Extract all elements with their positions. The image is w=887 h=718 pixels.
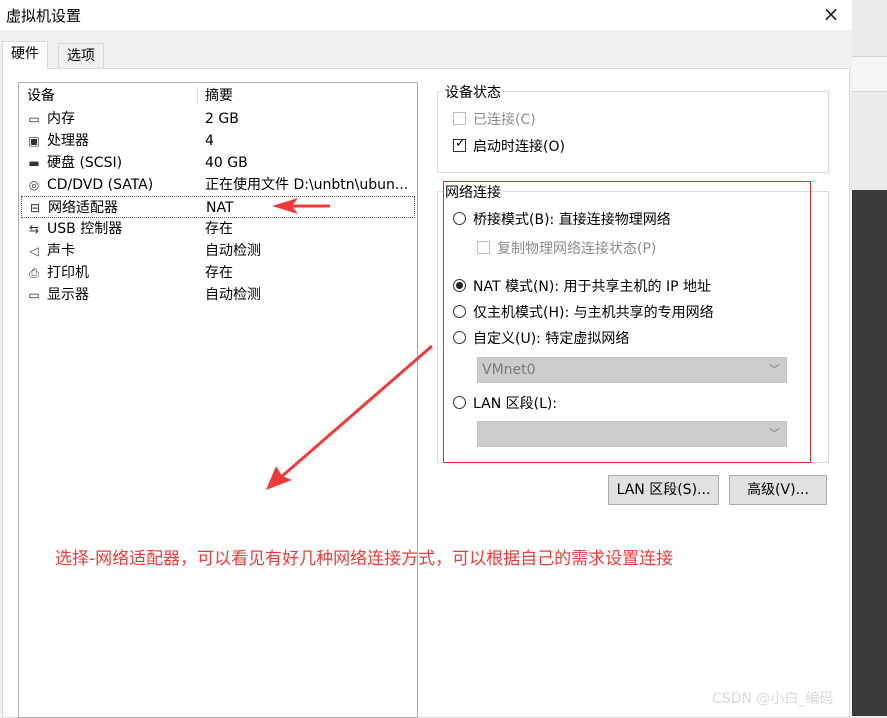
annotation-text: 选择-网络适配器，可以看见有好几种网络连接方式，可以根据自己的需求设置连接: [55, 549, 674, 569]
background-toolbar: [852, 56, 887, 92]
vm-settings-dialog: 虚拟机设置 × 硬件 选项 设备 摘要 ▭ 内存 2 GB ▣ 处理器 4 ▬ …: [0, 0, 852, 718]
tab-hardware[interactable]: 硬件: [2, 41, 48, 69]
background-dark-area: [852, 190, 887, 716]
annotation-arrow-line-2: [279, 344, 433, 480]
annotation-arrows: [266, 198, 433, 490]
watermark: CSDN @小白_编码: [712, 691, 834, 707]
